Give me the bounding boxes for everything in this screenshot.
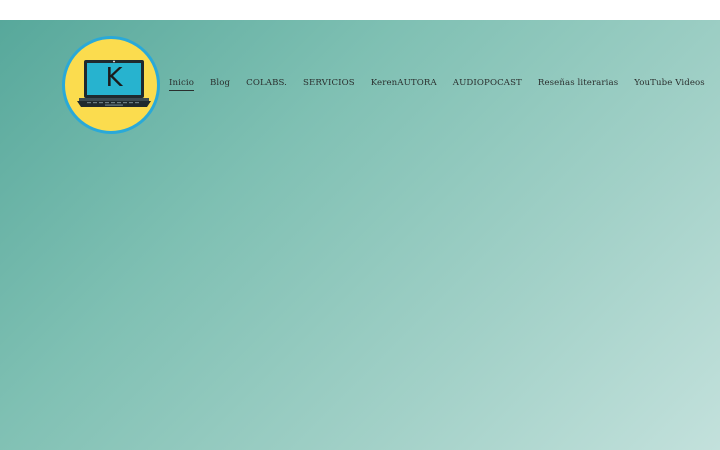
nav-item-blog[interactable]: Blog — [210, 78, 230, 91]
nav-item-kerenautora[interactable]: KerenAUTORA — [371, 78, 437, 91]
nav-item-servicios[interactable]: SERVICIOS — [303, 78, 355, 91]
browser-top-strip — [0, 0, 720, 20]
site-logo[interactable]: K — [62, 36, 160, 134]
main-navigation: Inicio Blog COLABS. SERVICIOS KerenAUTOR… — [169, 78, 705, 91]
nav-item-youtube-videos[interactable]: YouTube Videos — [634, 78, 705, 91]
nav-item-inicio[interactable]: Inicio — [169, 78, 195, 91]
nav-item-audiopocast[interactable]: AUDIOPOCAST — [453, 78, 522, 91]
nav-item-colabs[interactable]: COLABS. — [246, 78, 287, 91]
hero-section: K Inicio Blog COLABS. SERVICIOS KerenAUT… — [0, 20, 720, 450]
logo-letter: K — [105, 63, 123, 93]
nav-item-resenas-literarias[interactable]: Reseñas literarias — [538, 78, 618, 91]
